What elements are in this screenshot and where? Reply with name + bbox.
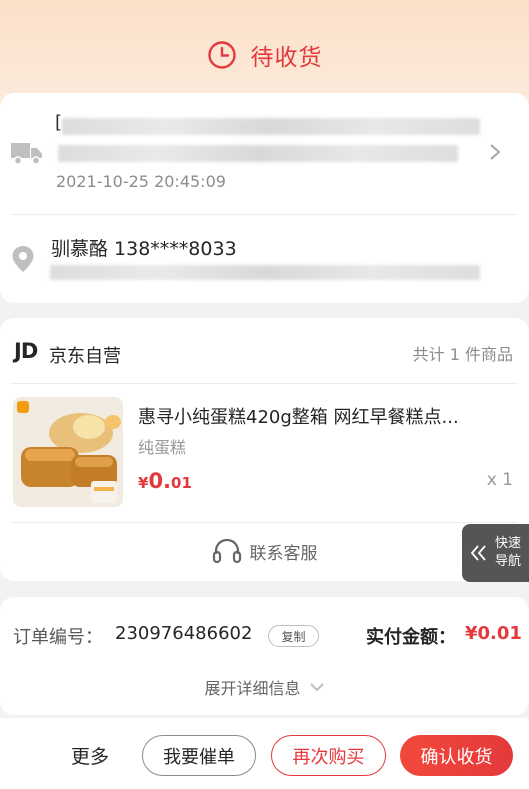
logistics-bracket: [	[55, 112, 63, 133]
paid-amount-label: 实付金额：	[366, 627, 456, 648]
price-currency: ¥	[138, 474, 149, 492]
paid-amount: ¥0.01	[465, 623, 522, 644]
divider	[10, 522, 518, 523]
order-status: 待收货	[0, 38, 529, 72]
order-number: 230976486602	[115, 623, 253, 644]
shop-name[interactable]: 京东自营	[49, 342, 121, 368]
logistics-time: 2021-10-25 20:45:09	[56, 172, 226, 191]
chevron-down-icon	[309, 683, 324, 692]
chevron-right-icon[interactable]	[488, 143, 502, 161]
price-decimal: 01	[171, 474, 192, 492]
expand-details-button[interactable]: 展开详细信息	[0, 675, 529, 699]
logistics-message-blurred-2	[58, 145, 458, 162]
divider	[10, 214, 518, 215]
cake-product-image	[13, 397, 123, 507]
divider	[10, 383, 518, 384]
product-title[interactable]: 惠寻小纯蛋糕420g整箱 网红早餐糕点...	[138, 403, 459, 429]
double-chevron-left-icon	[470, 545, 486, 561]
contact-service-label: 联系客服	[249, 543, 318, 564]
buy-again-button[interactable]: 再次购买	[271, 735, 386, 776]
contact-service-button[interactable]: 联系客服	[0, 537, 529, 565]
order-status-text: 待收货	[250, 45, 323, 71]
product-spec: 纯蛋糕	[138, 438, 187, 457]
product-image[interactable]	[13, 397, 123, 507]
product-price: ¥0.01	[138, 469, 192, 493]
copy-button[interactable]: 复制	[268, 625, 319, 647]
quick-nav-line-2: 导航	[495, 554, 522, 569]
more-button[interactable]: 更多	[71, 742, 109, 769]
price-integer: 0.	[148, 469, 172, 493]
receiver-name-phone: 驯慕酪 138****8033	[51, 238, 237, 260]
confirm-receipt-button[interactable]: 确认收货	[400, 735, 513, 776]
truck-icon	[11, 143, 42, 165]
jd-logo: JD	[14, 339, 38, 363]
goods-count: 共计 1 件商品	[412, 345, 513, 364]
quick-nav-label: 快速 导航	[495, 535, 521, 571]
quick-nav-line-1: 快速	[495, 536, 522, 551]
expand-details-label: 展开详细信息	[204, 679, 301, 698]
location-pin-icon	[12, 246, 34, 272]
clock-icon	[207, 41, 236, 69]
quick-nav-button[interactable]: 快速 导航	[462, 524, 529, 582]
order-number-label: 订单编号：	[13, 627, 103, 648]
product-quantity: x 1	[486, 470, 513, 490]
urge-order-button[interactable]: 我要催单	[142, 735, 256, 776]
receiver-address-blurred	[50, 265, 480, 280]
headset-icon	[212, 538, 241, 564]
logistics-message-blurred	[62, 118, 480, 135]
